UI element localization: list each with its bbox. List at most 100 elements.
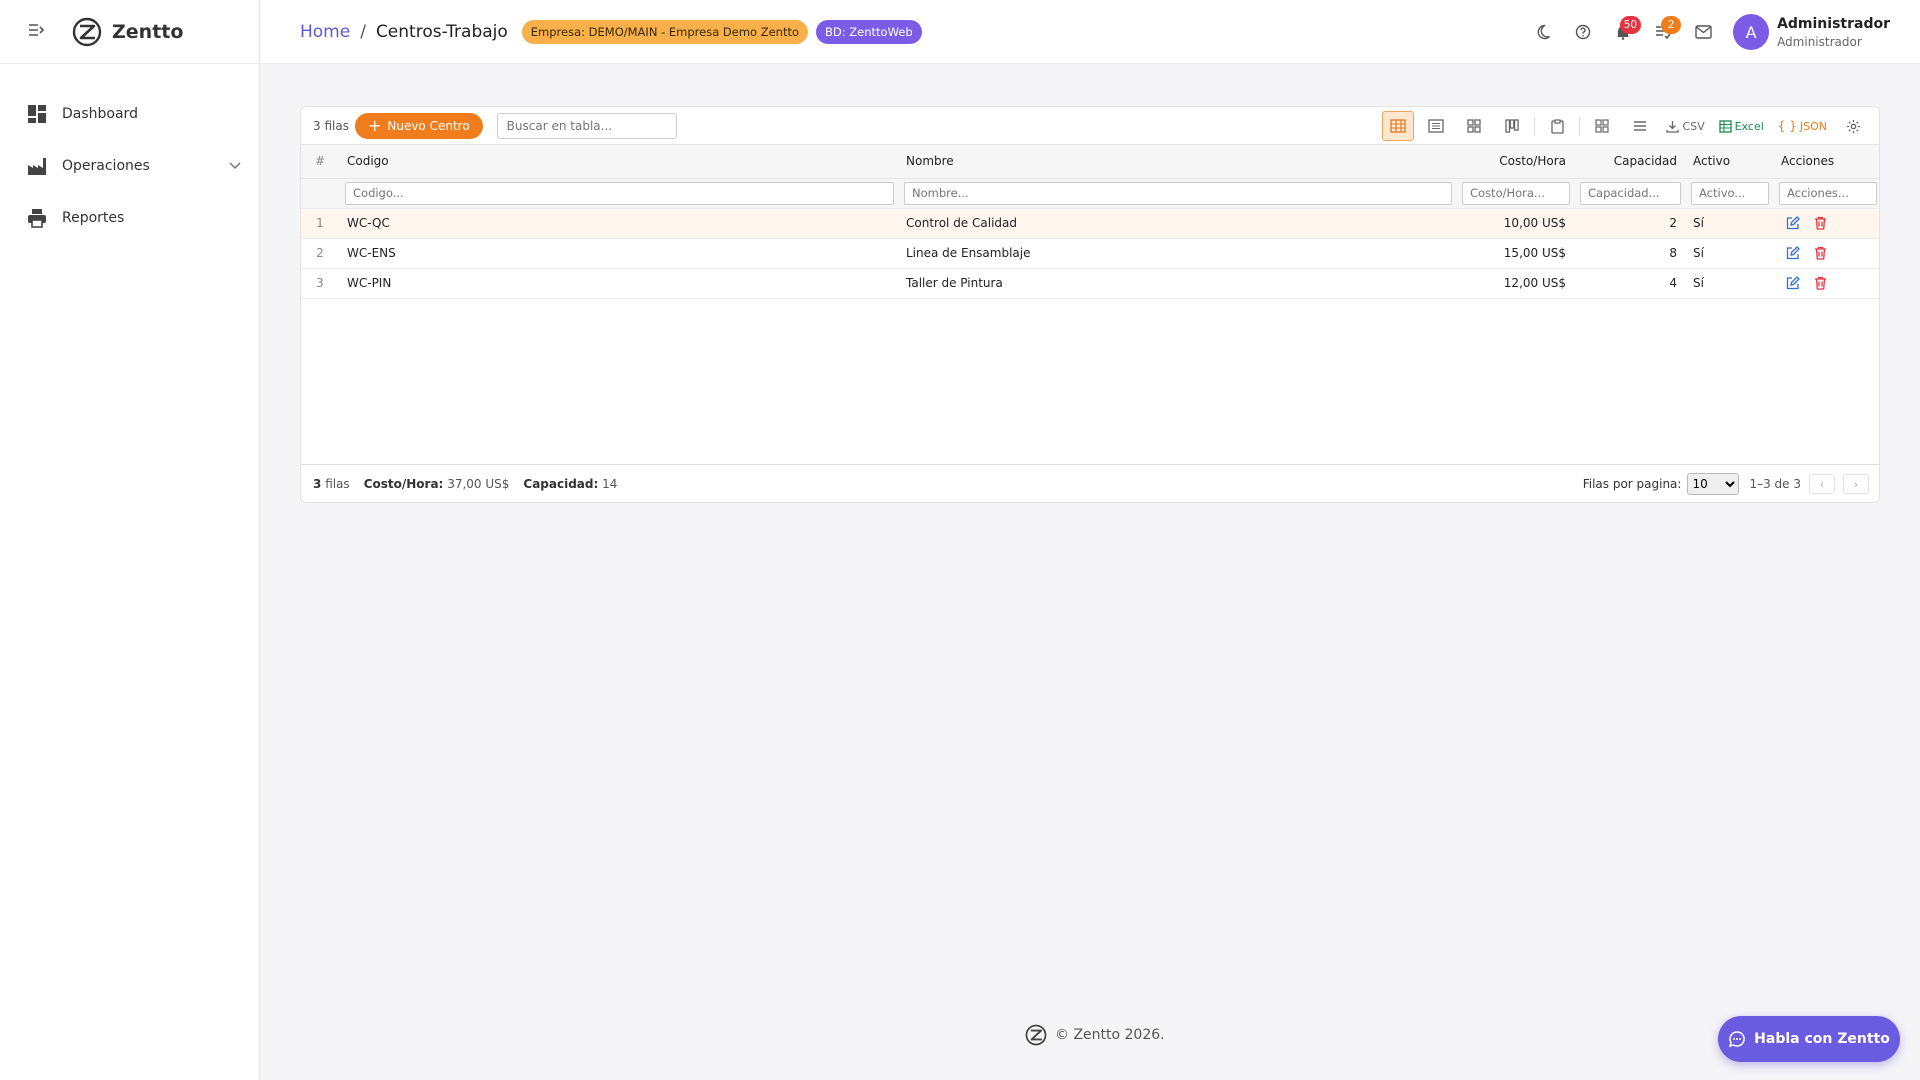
new-centro-label: Nuevo Centro [387,118,470,133]
filter-cell-empty [301,178,339,209]
delete-icon[interactable] [1809,241,1833,265]
export-excel-button[interactable]: Excel [1715,111,1768,141]
view-tools: CSV Excel { } JSON [1376,107,1869,145]
chat-label: Habla con Zentto [1754,1031,1890,1047]
column-header-acciones: Acciones [1773,145,1879,179]
tasks-icon[interactable]: 2 [1643,12,1683,52]
dashboard-icon [26,103,48,125]
next-page-button[interactable]: › [1843,474,1869,494]
prev-page-button[interactable]: ‹ [1809,474,1835,494]
dark-mode-icon[interactable] [1523,12,1563,52]
zentto-logo-icon [1025,1024,1047,1046]
grid-footer: 3 filas Costo/Hora: 37,00 US$ Capacidad:… [301,464,1879,502]
sidebar-item-label: Reportes [62,210,125,226]
table-row[interactable]: 1 WC-QC Control de Calidad 10,00 US$ 2 S… [301,208,1879,239]
json-label: JSON [1799,119,1827,133]
row-number: 1 [301,208,339,239]
kanban-view-icon[interactable] [1496,111,1528,141]
edit-icon[interactable] [1781,241,1805,265]
edit-icon[interactable] [1781,271,1805,295]
rows-per-page-select[interactable]: 10 [1687,473,1740,495]
table-search-input[interactable] [496,112,677,139]
cell-capacidad: 4 [1574,268,1685,299]
density-icon[interactable] [1586,111,1618,141]
table-row[interactable]: 2 WC-ENS Linea de Ensamblaje 15,00 US$ 8… [301,238,1879,269]
clipboard-icon[interactable] [1541,111,1573,141]
empresa-badge[interactable]: Empresa: DEMO/MAIN - Empresa Demo Zentto [521,19,809,44]
table-view-icon[interactable] [1382,111,1415,141]
filter-cell [1456,178,1574,209]
sidebar-item-label: Dashboard [62,106,138,122]
column-header-capacidad[interactable]: Capacidad [1574,145,1685,179]
filter-nombre-input[interactable] [904,181,1452,205]
cell-nombre: Linea de Ensamblaje [898,238,1456,269]
breadcrumb-current: Centros-Trabajo [375,21,508,42]
new-centro-button[interactable]: + Nuevo Centro [354,112,483,139]
list-view-icon[interactable] [1420,111,1452,141]
avatar[interactable]: A [1733,14,1770,50]
column-header-nombre[interactable]: Nombre [898,145,1456,179]
cell-acciones [1773,208,1879,239]
cell-codigo: WC-ENS [339,238,898,269]
sidebar-item-dashboard[interactable]: Dashboard [0,88,259,140]
sidebar-item-operaciones[interactable]: Operaciones [0,140,259,192]
help-icon[interactable] [1563,12,1603,52]
grid-view-icon[interactable] [1458,111,1490,141]
filter-row [301,178,1879,209]
cell-capacidad: 8 [1574,238,1685,269]
columns-icon[interactable] [1624,111,1656,141]
filter-cell [1574,178,1685,209]
cell-codigo: WC-PIN [339,268,898,299]
chat-button[interactable]: Habla con Zentto [1718,1016,1900,1062]
sidebar-item-label: Operaciones [62,158,150,174]
cell-nombre: Control de Calidad [898,208,1456,239]
excel-label: Excel [1734,119,1764,133]
zentto-logo-icon [72,17,102,46]
edit-icon[interactable] [1781,211,1805,235]
table-row[interactable]: 3 WC-PIN Taller de Pintura 12,00 US$ 4 S… [301,268,1879,299]
column-header-costo[interactable]: Costo/Hora [1456,145,1574,179]
copyright-text: © Zentto 2026. [1055,1027,1165,1043]
filter-codigo-input[interactable] [345,181,894,205]
cell-acciones [1773,238,1879,269]
filter-acciones-input[interactable] [1779,181,1877,205]
tasks-count-badge: 2 [1661,16,1682,34]
column-header-codigo[interactable]: Codigo [339,145,898,179]
footer-costo-value: 37,00 US$ [447,476,510,491]
rows-per-page-label: Filas por pagina: [1582,477,1682,491]
delete-icon[interactable] [1809,211,1833,235]
cell-costo: 10,00 US$ [1456,208,1574,239]
export-json-button[interactable]: { } JSON [1774,111,1831,141]
top-actions: 50 2 A Administrador Administrador [1523,0,1890,64]
grid-toolbar: 3 filas + Nuevo Centro Buscar en tabla..… [301,107,1879,145]
user-menu[interactable]: Administrador Administrador [1777,16,1890,49]
page-footer: © Zentto 2026. [1025,1024,1165,1046]
pagination: Filas por pagina: 10 1–3 de 3 ‹ › [1583,465,1869,503]
export-csv-button[interactable]: CSV [1662,111,1708,141]
breadcrumb-home[interactable]: Home [300,22,350,42]
filter-costo-input[interactable] [1462,181,1570,205]
factory-icon [26,155,48,177]
sidebar-nav: Dashboard Operaciones Reportes [0,64,259,244]
menu-collapse-icon[interactable] [28,23,50,41]
filter-activo-input[interactable] [1691,181,1769,205]
user-name: Administrador [1777,15,1890,32]
sidebar: Zentto Dashboard Operaciones Reportes [0,0,260,1080]
sidebar-item-reportes[interactable]: Reportes [0,192,259,244]
database-badge[interactable]: BD: ZenttoWeb [816,19,922,44]
column-header-activo[interactable]: Activo [1685,145,1773,179]
filter-cell [339,178,898,209]
notifications-icon[interactable]: 50 [1603,12,1643,52]
footer-row-word: filas [325,476,350,491]
cell-nombre: Taller de Pintura [898,268,1456,299]
filter-capacidad-input[interactable] [1580,181,1681,205]
filter-cell [1773,178,1879,209]
data-grid-card: 3 filas + Nuevo Centro Buscar en tabla..… [300,106,1880,503]
delete-icon[interactable] [1809,271,1833,295]
footer-row-count: 3 [313,476,322,491]
pagination-range: 1–3 de 3 [1749,477,1801,491]
mail-icon[interactable] [1683,12,1723,52]
settings-gear-icon[interactable] [1837,111,1869,141]
footer-costo-label: Costo/Hora: [363,476,444,491]
chevron-down-icon[interactable] [229,159,241,173]
